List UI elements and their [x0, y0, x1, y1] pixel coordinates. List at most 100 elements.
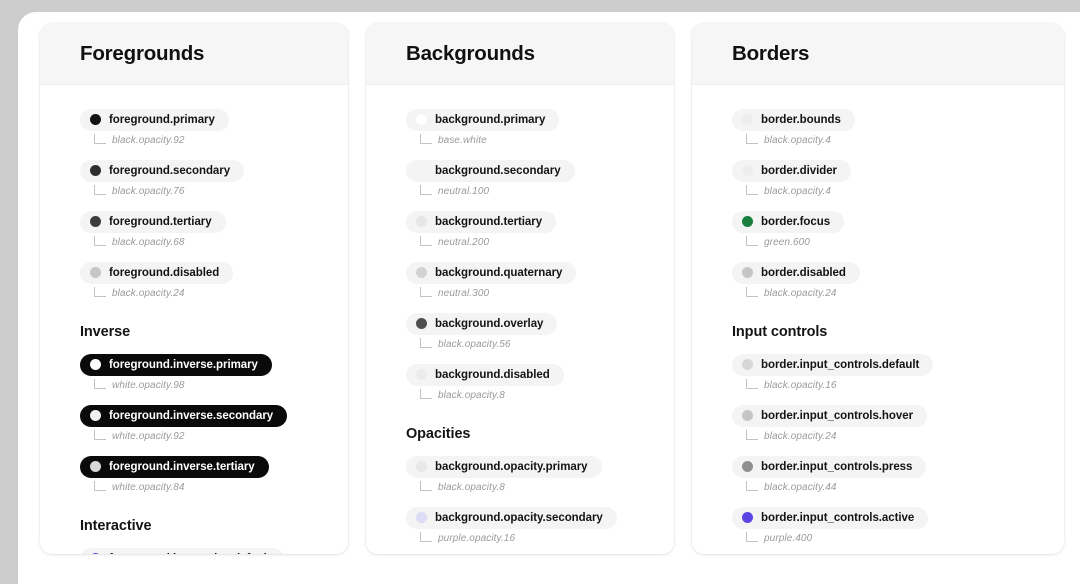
color-swatch-icon: [742, 512, 753, 523]
branch-corner-icon: [420, 531, 432, 542]
token-row: border.input_controls.press black.opacity…: [732, 455, 1064, 494]
token-chip[interactable]: background.disabled: [406, 363, 564, 386]
token-row: foreground.secondary black.opacity.76: [80, 159, 348, 198]
token-reference-row: black.opacity.56: [406, 337, 674, 351]
branch-corner-icon: [746, 429, 758, 440]
token-reference-row: black.opacity.16: [732, 378, 1064, 392]
token-row: background.disabled black.opacity.8: [406, 363, 674, 402]
token-reference-row: white.opacity.98: [80, 378, 348, 392]
token-row: border.disabled black.opacity.24: [732, 261, 1064, 300]
token-row: foreground.interactive.default: [80, 547, 348, 554]
token-chip[interactable]: background.overlay: [406, 312, 558, 335]
token-name: foreground.inverse.tertiary: [109, 460, 255, 473]
token-name: background.quaternary: [435, 266, 563, 279]
color-swatch-icon: [416, 318, 427, 329]
token-reference-row: neutral.200: [406, 235, 674, 249]
token-reference: black.opacity.8: [438, 389, 505, 401]
section-heading: Inverse: [80, 323, 131, 340]
token-name: foreground.primary: [109, 113, 215, 126]
token-chip[interactable]: foreground.disabled: [80, 261, 234, 284]
branch-corner-icon: [420, 184, 432, 195]
token-name: background.tertiary: [435, 215, 543, 228]
branch-corner-icon: [94, 133, 106, 144]
token-chip[interactable]: background.tertiary: [406, 210, 557, 233]
branch-corner-icon: [746, 133, 758, 144]
branch-corner-icon: [420, 337, 432, 348]
token-reference: black.opacity.24: [764, 287, 837, 299]
token-chip[interactable]: border.input_controls.press: [732, 455, 927, 478]
branch-corner-icon: [746, 480, 758, 491]
token-reference: white.opacity.92: [112, 430, 185, 442]
color-swatch-icon: [90, 165, 101, 176]
token-name: border.input_controls.active: [761, 511, 915, 524]
token-chip[interactable]: foreground.inverse.tertiary: [80, 455, 269, 478]
token-row: background.overlay black.opacity.56: [406, 312, 674, 351]
color-swatch-icon: [742, 216, 753, 227]
design-tokens-screen: Foregrounds foreground.primary black.opaci…: [0, 0, 1080, 584]
color-swatch-icon: [742, 165, 753, 176]
token-chip[interactable]: background.opacity.primary: [406, 455, 602, 478]
token-name: background.overlay: [435, 317, 544, 330]
token-chip[interactable]: foreground.primary: [80, 108, 229, 131]
token-reference-row: neutral.100: [406, 184, 674, 198]
branch-corner-icon: [420, 235, 432, 246]
token-chip[interactable]: background.quaternary: [406, 261, 577, 284]
token-chip[interactable]: background.opacity.secondary: [406, 506, 617, 529]
branch-corner-icon: [746, 184, 758, 195]
token-chip[interactable]: foreground.secondary: [80, 159, 245, 182]
token-name: border.input_controls.press: [761, 460, 913, 473]
token-row: foreground.inverse.primary white.opacity.…: [80, 353, 348, 392]
token-reference: black.opacity.24: [764, 430, 837, 442]
branch-corner-icon: [420, 286, 432, 297]
card-body: border.bounds black.opacity.4 border.divid…: [692, 85, 1064, 555]
token-reference-row: black.opacity.4: [732, 184, 1064, 198]
token-chip[interactable]: foreground.tertiary: [80, 210, 226, 233]
token-name: border.bounds: [761, 113, 841, 126]
token-reference: purple.400: [764, 532, 813, 544]
token-row: foreground.primary black.opacity.92: [80, 108, 348, 147]
color-swatch-icon: [416, 369, 427, 380]
token-card: Backgrounds background.primary base.white b…: [366, 23, 674, 554]
color-swatch-icon: [90, 216, 101, 227]
token-name: background.primary: [435, 113, 546, 126]
token-chip[interactable]: border.bounds: [732, 108, 855, 131]
token-name: border.input_controls.default: [761, 358, 920, 371]
token-row: border.divider black.opacity.4: [732, 159, 1064, 198]
token-chip[interactable]: border.divider: [732, 159, 851, 182]
card-title: Foregrounds: [80, 42, 205, 65]
token-chip[interactable]: foreground.inverse.secondary: [80, 404, 288, 427]
token-reference-row: black.opacity.24: [732, 429, 1064, 443]
color-swatch-icon: [416, 267, 427, 278]
token-reference-row: base.white: [406, 133, 674, 147]
token-reference-row: black.opacity.24: [80, 286, 348, 300]
token-chip[interactable]: foreground.inverse.primary: [80, 353, 272, 376]
token-reference: green.600: [764, 236, 810, 248]
branch-corner-icon: [94, 184, 106, 195]
token-chip[interactable]: background.primary: [406, 108, 560, 131]
token-row: foreground.inverse.secondary white.opacit…: [80, 404, 348, 443]
token-reference: black.opacity.76: [112, 185, 185, 197]
token-chip[interactable]: border.input_controls.default: [732, 353, 934, 376]
token-reference: purple.opacity.16: [438, 532, 516, 544]
token-chip[interactable]: border.input_controls.hover: [732, 404, 928, 427]
color-swatch-icon: [416, 114, 427, 125]
color-swatch-icon: [742, 461, 753, 472]
token-reference: black.opacity.56: [438, 338, 511, 350]
color-swatch-icon: [742, 359, 753, 370]
token-name: border.input_controls.hover: [761, 409, 914, 422]
token-chip[interactable]: background.secondary: [406, 159, 575, 182]
token-reference-row: white.opacity.92: [80, 429, 348, 443]
token-name: background.disabled: [435, 368, 550, 381]
token-chip[interactable]: border.disabled: [732, 261, 860, 284]
token-chip[interactable]: border.input_controls.active: [732, 506, 929, 529]
section-heading: Interactive: [80, 517, 152, 534]
token-chip[interactable]: foreground.interactive.default: [80, 547, 285, 554]
token-reference-row: white.opacity.84: [80, 480, 348, 494]
token-reference-row: black.opacity.44: [732, 480, 1064, 494]
token-row: background.secondary neutral.100: [406, 159, 674, 198]
token-reference: neutral.300: [438, 287, 490, 299]
token-chip[interactable]: border.focus: [732, 210, 845, 233]
token-row: border.focus green.600: [732, 210, 1064, 249]
card-body: foreground.primary black.opacity.92 foregr…: [40, 85, 348, 554]
branch-corner-icon: [420, 388, 432, 399]
